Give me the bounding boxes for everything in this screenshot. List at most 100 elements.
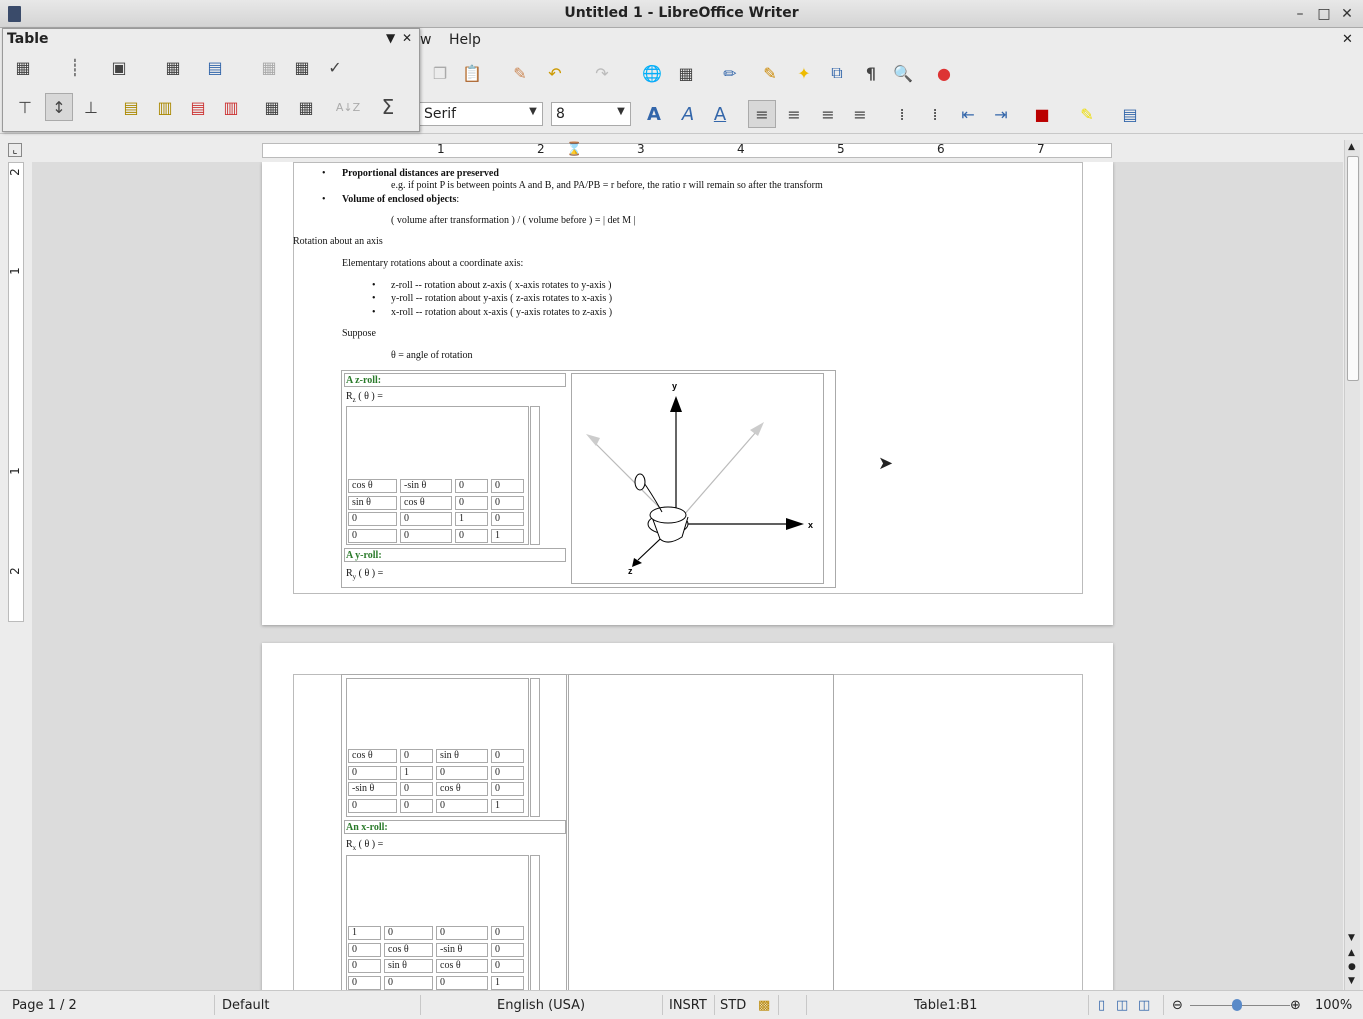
table1-col-b[interactable] [568, 674, 834, 990]
insert-rows-icon[interactable]: ▤ [119, 95, 143, 119]
zoom-level[interactable]: 100% [1315, 998, 1352, 1013]
zoom-slider-handle[interactable] [1232, 999, 1242, 1011]
matrix-cell[interactable]: 1 [491, 798, 524, 813]
align-top-icon[interactable]: ⊤ [13, 95, 37, 119]
formatting-marks-icon[interactable]: ¶ [859, 61, 883, 85]
matrix-cell[interactable]: 0 [384, 975, 433, 990]
matrix-cell[interactable]: 1 [491, 528, 524, 543]
scroll-down-icon[interactable]: ▼ [1348, 933, 1355, 943]
insert-mode[interactable]: INSRT [669, 998, 707, 1013]
navigator-icon[interactable]: ✦ [792, 61, 816, 85]
bold-icon[interactable]: A [642, 102, 666, 126]
help-icon[interactable]: ● [932, 61, 956, 85]
delete-rows-icon[interactable]: ▤ [186, 95, 210, 119]
line-style-icon[interactable]: ┊ [63, 55, 87, 79]
y-matrix-frame[interactable] [346, 678, 529, 817]
matrix-cell[interactable]: 1 [455, 512, 488, 526]
matrix-cell[interactable]: cos θ [436, 782, 488, 796]
maximize-icon[interactable]: □ [1314, 4, 1334, 24]
italic-icon[interactable]: A [676, 102, 700, 126]
panel-close-icon[interactable]: ✕ [402, 31, 412, 45]
zoom-out-icon[interactable]: ⊖ [1172, 998, 1183, 1013]
matrix-cell[interactable]: 0 [491, 495, 524, 510]
matrix-cell[interactable]: 0 [491, 512, 524, 526]
indent-marker-icon[interactable]: ⌛ [566, 142, 582, 157]
matrix-cell[interactable]: 0 [436, 798, 488, 813]
matrix-cell[interactable]: 0 [436, 975, 488, 990]
borders-icon[interactable]: ▦ [161, 55, 185, 79]
matrix-cell[interactable]: 0 [348, 959, 381, 973]
matrix-cell[interactable]: 0 [384, 926, 433, 940]
matrix-cell[interactable]: 0 [491, 479, 524, 493]
numbering-icon[interactable]: ⁞ [890, 102, 914, 126]
matrix-cell[interactable]: 0 [491, 942, 524, 957]
table-background-icon[interactable]: ▤ [203, 55, 227, 79]
matrix-cell[interactable]: 0 [491, 926, 524, 940]
menu-help[interactable]: Help [449, 32, 481, 48]
font-color-icon[interactable]: ■ [1030, 102, 1054, 126]
insert-columns-icon[interactable]: ▥ [153, 95, 177, 119]
matrix-cell[interactable]: 0 [348, 765, 397, 780]
hyperlink-icon[interactable]: 🌐 [640, 61, 664, 85]
copy-icon[interactable]: ❐ [428, 61, 452, 85]
next-page-icon[interactable]: ▼ [1348, 976, 1355, 986]
multi-page-view-icon[interactable]: ◫ [1116, 998, 1128, 1013]
matrix-cell[interactable]: cos θ [384, 942, 433, 957]
matrix-cell[interactable]: -sin θ [400, 479, 452, 493]
clone-formatting-icon[interactable]: ✎ [508, 61, 532, 85]
vertical-scrollbar[interactable]: ▲ ▼ ▲ ● ▼ [1344, 140, 1360, 990]
matrix-cell[interactable]: 0 [455, 495, 488, 510]
matrix-cell[interactable]: cos θ [348, 749, 397, 763]
align-left-icon[interactable]: ≡ [748, 100, 776, 128]
matrix-cell[interactable]: 0 [436, 926, 488, 940]
matrix-cell[interactable]: 0 [491, 782, 524, 796]
font-name-combo[interactable]: Serif ▼ [419, 102, 543, 126]
decrease-indent-icon[interactable]: ⇤ [956, 102, 980, 126]
language[interactable]: English (USA) [497, 998, 585, 1013]
matrix-cell[interactable]: 0 [491, 959, 524, 973]
tab-type-icon[interactable]: ⌞ [8, 143, 22, 157]
undo-icon[interactable]: ↶ [543, 61, 567, 85]
matrix-cell[interactable]: 1 [400, 765, 433, 780]
border-color-icon[interactable]: ▣ [107, 55, 131, 79]
close-document-icon[interactable]: ✕ [1342, 32, 1353, 47]
scrollbar-thumb[interactable] [1347, 156, 1359, 381]
matrix-cell[interactable]: 0 [491, 765, 524, 780]
paste-icon[interactable]: 📋 [460, 61, 484, 85]
selection-mode[interactable]: STD [720, 998, 746, 1013]
underline-icon[interactable]: A [708, 102, 732, 126]
minimize-icon[interactable]: – [1290, 4, 1310, 24]
matrix-cell[interactable]: 0 [455, 528, 488, 543]
previous-page-icon[interactable]: ▲ [1348, 948, 1355, 958]
split-cells-icon[interactable]: ▦ [290, 55, 314, 79]
increase-indent-icon[interactable]: ⇥ [989, 102, 1013, 126]
table-icon[interactable]: ▦ [11, 55, 35, 79]
optimize-icon[interactable]: ✓ [323, 55, 347, 79]
panel-menu-icon[interactable]: ▼ [386, 31, 395, 45]
matrix-cell[interactable]: 0 [348, 528, 397, 543]
book-view-icon[interactable]: ◫ [1138, 998, 1150, 1013]
insert-table-icon[interactable]: ▦ [674, 61, 698, 85]
background-color-icon[interactable]: ▤ [1118, 102, 1142, 126]
matrix-cell[interactable]: 0 [491, 749, 524, 763]
align-bottom-icon[interactable]: ⊥ [79, 95, 103, 119]
page-style[interactable]: Default [222, 998, 270, 1013]
matrix-cell[interactable]: 0 [400, 512, 452, 526]
merge-cells-icon[interactable]: ▦ [257, 55, 281, 79]
matrix-cell[interactable]: sin θ [436, 749, 488, 763]
show-draw-functions-icon[interactable]: ✏ [718, 61, 742, 85]
delete-columns-icon[interactable]: ▥ [219, 95, 243, 119]
zoom-icon[interactable]: 🔍 [891, 61, 915, 85]
center-vertically-icon[interactable]: ↕ [45, 93, 73, 121]
matrix-cell[interactable]: 0 [348, 975, 381, 990]
align-right-icon[interactable]: ≡ [816, 102, 840, 126]
matrix-cell[interactable]: cos θ [400, 495, 452, 510]
highlighting-icon[interactable]: ✎ [1075, 102, 1099, 126]
redo-icon[interactable]: ↷ [590, 61, 614, 85]
matrix-cell[interactable]: 0 [400, 749, 433, 763]
scroll-up-icon[interactable]: ▲ [1348, 142, 1355, 152]
menu-view[interactable]: w [420, 32, 431, 48]
bullets-icon[interactable]: ⁞ [923, 102, 947, 126]
matrix-cell[interactable]: 1 [348, 926, 381, 940]
matrix-cell[interactable]: 1 [491, 975, 524, 990]
